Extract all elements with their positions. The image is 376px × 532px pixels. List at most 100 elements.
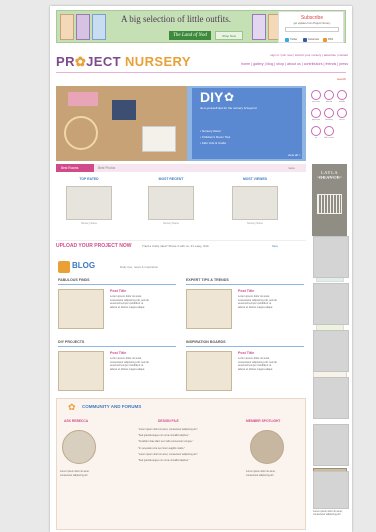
- diy-view-all-link[interactable]: view all >: [288, 153, 300, 157]
- twitter-icon: [285, 37, 289, 42]
- ask-rebecca-heading[interactable]: ASK REBECCA: [64, 419, 88, 423]
- inspiration-boards-heading[interactable]: INSPIRATION BOARDS: [186, 340, 225, 344]
- post-title[interactable]: Post Title: [110, 289, 126, 293]
- diy-bullets: Nursery Décor Children's Room Tips Kids'…: [200, 128, 230, 146]
- fabulous-finds-heading[interactable]: FABULOUS FINDS: [58, 278, 90, 282]
- expert-tips-heading[interactable]: EXPERT TIPS & TRENDS: [186, 278, 229, 282]
- post-image[interactable]: [186, 289, 232, 329]
- butterfly-icon: ✿: [224, 90, 235, 104]
- divider: [58, 284, 176, 285]
- main-nav: home | gallery | blog | shop | about us …: [241, 62, 348, 66]
- diy-subtitle: do-it-yourself tips for the nursery & be…: [200, 106, 257, 110]
- fabric-piece: [112, 100, 136, 120]
- layla-grayce-ad[interactable]: LAYLA GRAYCE modern nursery décor: [312, 164, 347, 236]
- outfit-thumb: [92, 14, 106, 40]
- ask-rebecca-text: Lorem ipsum dolor sit amet, consectetur …: [60, 470, 90, 477]
- facebook-link[interactable]: Facebook: [303, 37, 319, 42]
- divider: [186, 284, 304, 285]
- design-file-heading[interactable]: DESIGN FILE: [158, 419, 179, 423]
- post-title[interactable]: Post Title: [238, 351, 254, 355]
- community-title[interactable]: COMMUNITY AND FORUMS: [82, 404, 141, 409]
- avatar[interactable]: [250, 430, 284, 464]
- nav-item-shop[interactable]: shop: [276, 62, 284, 66]
- placeholder-box: [313, 236, 349, 278]
- banner-brand: The Land of Nod: [169, 31, 211, 40]
- placeholder-box: [313, 283, 349, 325]
- category-decor-icon[interactable]: [337, 108, 347, 118]
- shop-now-button[interactable]: Shop Now: [215, 31, 243, 40]
- diy-title: DIY: [200, 89, 224, 105]
- ribbon: [68, 92, 98, 106]
- room-caption[interactable]: Nursery Name: [66, 222, 112, 225]
- divider: [58, 346, 176, 347]
- diy-projects-heading[interactable]: DIY PROJECTS: [58, 340, 84, 344]
- room-thumbnail[interactable]: [232, 186, 278, 220]
- category-playroom-icon[interactable]: [311, 108, 321, 118]
- room-thumbnail[interactable]: [66, 186, 112, 220]
- embroidery-hoop: [64, 116, 98, 150]
- nav-item-press[interactable]: press: [339, 62, 348, 66]
- list-item[interactable]: "Lorem ipsum dolor sit amet, consectetur…: [138, 453, 212, 457]
- nav-item-blog[interactable]: blog: [267, 62, 274, 66]
- nav-item-about[interactable]: about us: [287, 62, 301, 66]
- outfit-thumb: [60, 14, 74, 40]
- list-item[interactable]: "Curabitur vitae diam nec nulla consecte…: [138, 440, 212, 444]
- list-item[interactable]: "Sed gravida augue non urna convallis da…: [138, 434, 212, 438]
- room-thumbnail[interactable]: [148, 186, 194, 220]
- blog-title[interactable]: BLOG: [72, 261, 95, 270]
- rss-link[interactable]: RSS: [323, 37, 333, 42]
- list-item[interactable]: "Lorem ipsum dolor sit amet, consectetur…: [138, 428, 212, 432]
- tab-best-rooms[interactable]: Best Rooms: [56, 164, 94, 172]
- list-item[interactable]: "In venenatis urna nec lorem sagittis ma…: [138, 447, 212, 451]
- category-kids-rooms-icon[interactable]: [324, 126, 334, 136]
- site-logo[interactable]: PR✿JECT NURSERY: [56, 54, 191, 70]
- category-nurseries-icon[interactable]: [311, 90, 321, 100]
- subscribe-box: Subscribe get updates from Project Nurse…: [278, 11, 344, 43]
- facebook-icon: [303, 37, 307, 42]
- tab-best-photos[interactable]: Best Photos: [98, 164, 115, 172]
- diy-bullet[interactable]: Kids' Arts & Crafts: [200, 140, 230, 146]
- most-recent-heading: MOST RECENT: [158, 177, 184, 181]
- member-spotlight-text: Lorem ipsum dolor sit amet, consectetur …: [246, 470, 276, 477]
- search-link[interactable]: search: [308, 77, 346, 84]
- twitter-link[interactable]: Twitter: [285, 37, 297, 42]
- nav-item-friends[interactable]: friends: [325, 62, 336, 66]
- placeholder-box: [313, 424, 349, 466]
- grey-column: [313, 236, 350, 526]
- placeholder-box: [313, 330, 349, 372]
- banner-headline: A big selection of little outfits.: [121, 14, 231, 24]
- category-art-icon[interactable]: [311, 126, 321, 136]
- post-image[interactable]: [58, 351, 104, 391]
- upload-here-link[interactable]: here: [272, 244, 278, 248]
- tabs-more-link[interactable]: more: [288, 164, 295, 172]
- category-shared-icon[interactable]: [324, 90, 334, 100]
- nav-item-home[interactable]: home: [241, 62, 250, 66]
- room-caption[interactable]: Nursery Name: [148, 222, 194, 225]
- member-spotlight-heading[interactable]: MEMBER SPOTLIGHT: [246, 419, 280, 423]
- nav-item-gallery[interactable]: gallery: [253, 62, 264, 66]
- design-file-list: "Lorem ipsum dolor sit amet, consectetur…: [138, 428, 212, 465]
- upload-title[interactable]: UPLOAD YOUR PROJECT NOW: [56, 243, 131, 249]
- post-title[interactable]: Post Title: [238, 289, 254, 293]
- blog-subtitle: Daily tips, news & inspiration: [120, 265, 159, 269]
- nav-item-contributors[interactable]: contributors: [304, 62, 323, 66]
- diy-photo: [56, 86, 187, 161]
- list-item[interactable]: "Sed gravida augue non urna convallis da…: [138, 459, 212, 463]
- email-field[interactable]: [285, 27, 339, 32]
- post-image[interactable]: [186, 351, 232, 391]
- rss-icon: [323, 37, 327, 42]
- post-image[interactable]: [58, 289, 104, 329]
- most-viewed-heading: MOST VIEWED: [242, 177, 268, 181]
- room-caption[interactable]: Nursery Name: [232, 222, 278, 225]
- top-links[interactable]: sign in / join now | submit your nursery…: [220, 53, 348, 57]
- category-bedding-icon[interactable]: [324, 108, 334, 118]
- post-title[interactable]: Post Title: [110, 351, 126, 355]
- post-excerpt: Lorem ipsum dolor sit amet, consectetur …: [238, 295, 277, 309]
- top-rated-heading: TOP RATED: [79, 177, 99, 181]
- ad-tagline: modern nursery décor: [317, 176, 342, 179]
- category-grid: nurseries shared toddler playroom beddin…: [310, 88, 348, 160]
- diy-feature[interactable]: DIY ✿ do-it-yourself tips for the nurser…: [56, 86, 306, 161]
- divider: [56, 240, 306, 241]
- avatar[interactable]: [62, 430, 96, 464]
- category-toddler-icon[interactable]: [337, 90, 347, 100]
